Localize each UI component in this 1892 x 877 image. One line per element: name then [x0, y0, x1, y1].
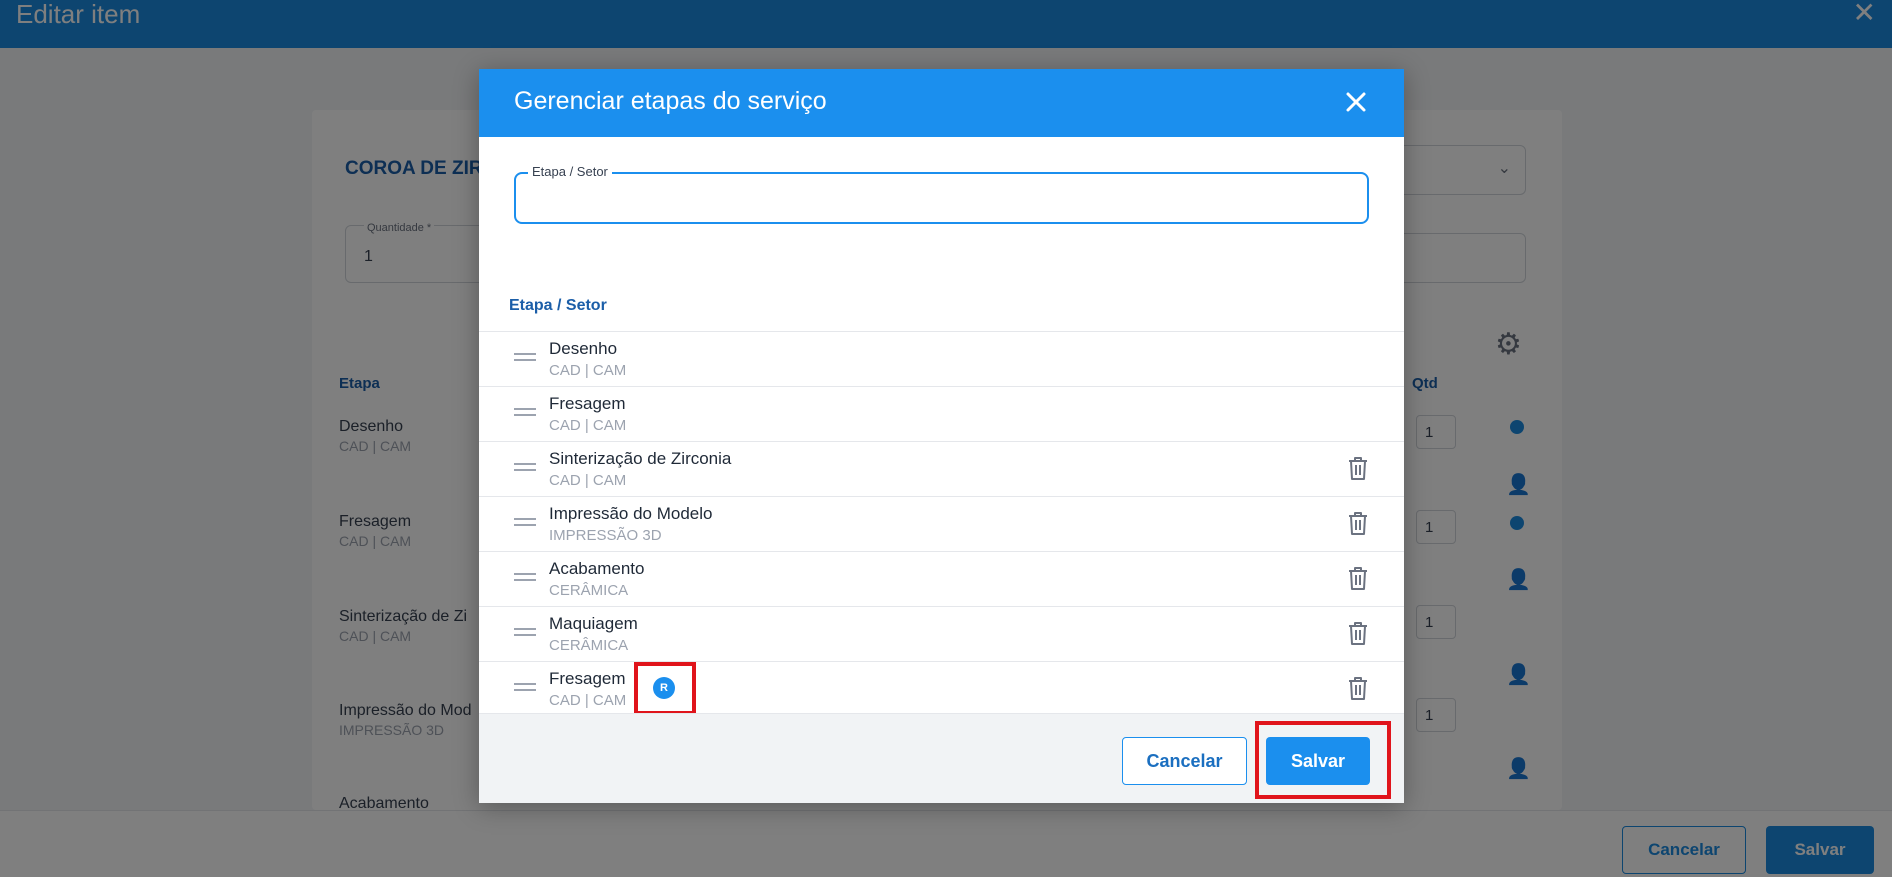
step-sector-label: Etapa / Setor: [528, 164, 612, 179]
step-name: Fresagem: [549, 669, 626, 688]
drag-handle-icon[interactable]: [514, 628, 536, 639]
trash-icon[interactable]: [1347, 510, 1369, 536]
list-item[interactable]: Fresagem CAD | CAM R: [479, 661, 1404, 716]
step-sector: CAD | CAM: [549, 472, 627, 489]
save-button[interactable]: Salvar: [1266, 737, 1370, 785]
drag-handle-icon[interactable]: [514, 408, 536, 419]
list-item[interactable]: Desenho CAD | CAM: [479, 331, 1404, 386]
list-item[interactable]: Sinterização de Zirconia CAD | CAM: [479, 441, 1404, 496]
list-item[interactable]: Impressão do Modelo IMPRESSÃO 3D: [479, 496, 1404, 551]
drag-handle-icon[interactable]: [514, 573, 536, 584]
dialog-header: Gerenciar etapas do serviço: [479, 69, 1404, 137]
list-item[interactable]: Acabamento CERÂMICA: [479, 551, 1404, 606]
step-sector-input[interactable]: [528, 182, 1354, 214]
drag-handle-icon[interactable]: [514, 353, 536, 364]
trash-icon[interactable]: [1347, 455, 1369, 481]
list-header: Etapa / Setor: [509, 297, 607, 314]
drag-handle-icon[interactable]: [514, 518, 536, 529]
drag-handle-icon[interactable]: [514, 463, 536, 474]
trash-icon[interactable]: [1347, 620, 1369, 646]
manage-steps-dialog: Gerenciar etapas do serviço Etapa / Seto…: [479, 69, 1404, 803]
step-sector-field[interactable]: Etapa / Setor: [514, 164, 1369, 224]
rework-badge: R: [653, 677, 675, 699]
drag-handle-icon[interactable]: [514, 683, 536, 694]
close-icon[interactable]: [1339, 85, 1373, 119]
trash-icon[interactable]: [1347, 565, 1369, 591]
step-sector: CERÂMICA: [549, 582, 629, 599]
step-name: Impressão do Modelo: [549, 504, 713, 523]
steps-list: Desenho CAD | CAM Fresagem CAD | CAM Sin…: [479, 331, 1404, 716]
step-sector: CAD | CAM: [549, 692, 627, 709]
list-item[interactable]: Fresagem CAD | CAM: [479, 386, 1404, 441]
step-name: Desenho: [549, 339, 618, 358]
step-name: Acabamento: [549, 559, 645, 578]
step-name: Maquiagem: [549, 614, 638, 633]
cancel-button[interactable]: Cancelar: [1122, 737, 1247, 785]
step-name: Sinterização de Zirconia: [549, 449, 732, 468]
step-sector: CAD | CAM: [549, 417, 627, 434]
step-sector: CAD | CAM: [549, 362, 627, 379]
dialog-title: Gerenciar etapas do serviço: [514, 87, 827, 115]
step-sector: CERÂMICA: [549, 637, 629, 654]
list-item[interactable]: Maquiagem CERÂMICA: [479, 606, 1404, 661]
trash-icon[interactable]: [1347, 675, 1369, 701]
step-name: Fresagem: [549, 394, 626, 413]
dialog-footer: Cancelar Salvar: [479, 713, 1404, 803]
step-sector: IMPRESSÃO 3D: [549, 527, 662, 544]
